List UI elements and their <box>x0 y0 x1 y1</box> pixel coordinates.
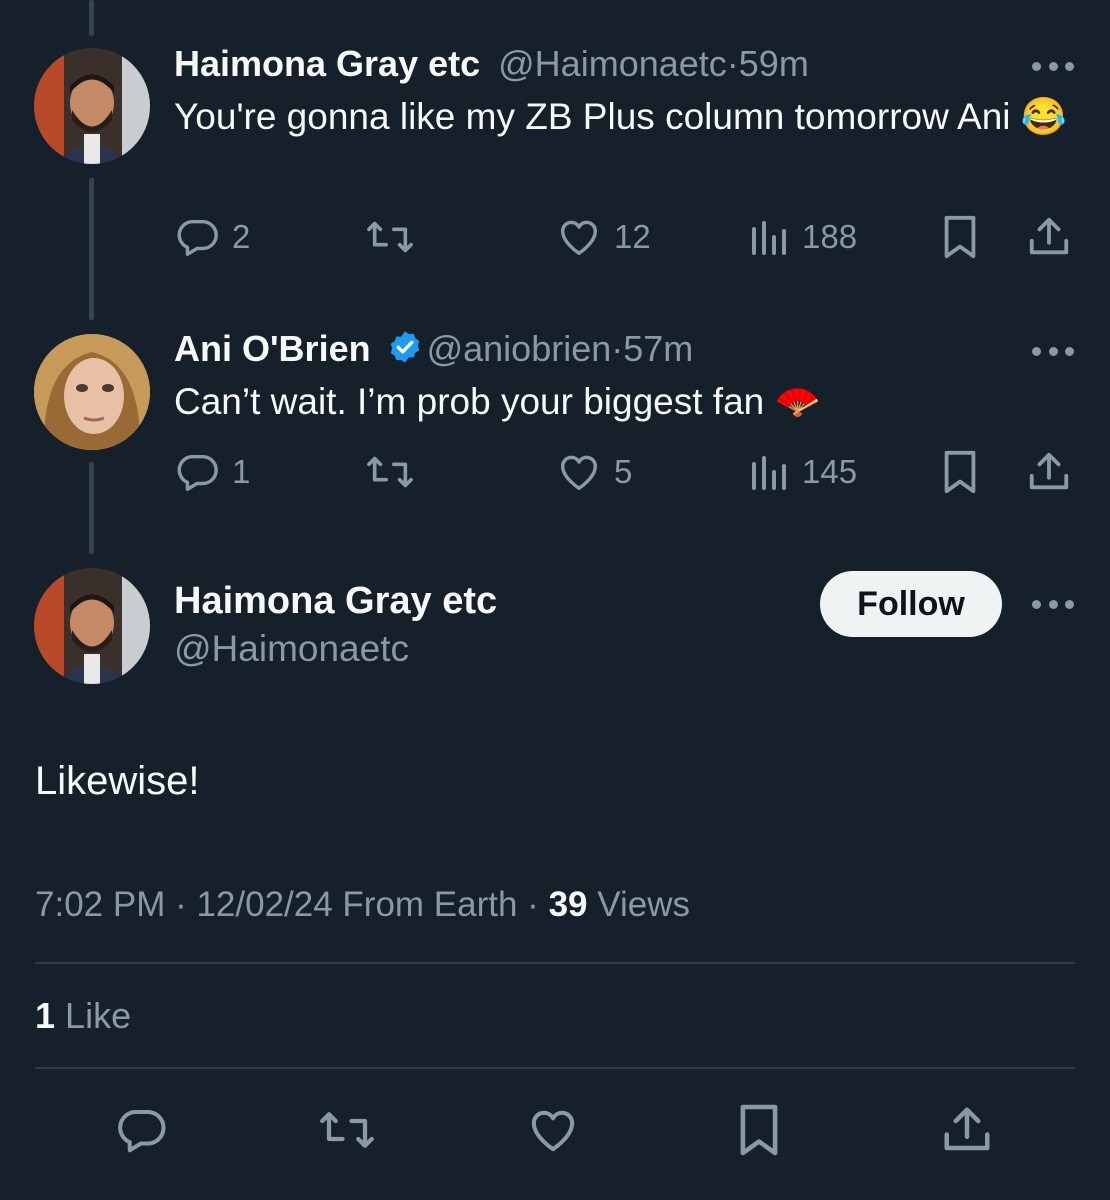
views-count: 188 <box>802 218 858 255</box>
author-name[interactable]: Ani O'Brien <box>174 328 371 369</box>
reply-icon <box>177 219 218 256</box>
retweet-icon <box>367 221 413 253</box>
share-icon <box>944 1107 990 1151</box>
author-name[interactable]: Haimona Gray etc <box>174 43 480 84</box>
like-icon <box>560 455 598 491</box>
thread-connector-1 <box>89 178 94 320</box>
like-icon <box>531 1110 575 1152</box>
reply-button[interactable]: 2 <box>174 207 250 267</box>
bookmark-icon <box>944 215 976 259</box>
likes-label: Like <box>65 995 132 1036</box>
reply-button[interactable] <box>114 1100 168 1160</box>
like-count: 12 <box>614 218 651 255</box>
thread-connector-2 <box>89 462 94 554</box>
author-handle[interactable]: @Haimonaetc <box>498 43 727 84</box>
bookmark-button[interactable] <box>736 1100 782 1160</box>
author-handle[interactable]: @Haimonaetc <box>174 628 409 670</box>
share-button[interactable] <box>940 1100 994 1160</box>
views-button[interactable]: 145 <box>750 442 857 502</box>
tweet-text: You're gonna like my ZB Plus column tomo… <box>174 96 1067 137</box>
like-count: 5 <box>614 453 633 490</box>
retweet-button[interactable] <box>364 442 416 502</box>
retweet-icon <box>367 456 413 488</box>
share-button[interactable] <box>1026 442 1072 502</box>
views-count: 145 <box>802 453 858 490</box>
tweet-text: Can’t wait. I’m prob your biggest fan 🪭 <box>174 381 821 422</box>
divider <box>35 962 1075 964</box>
like-icon <box>560 220 598 256</box>
bookmark-icon <box>740 1104 778 1156</box>
views-icon <box>752 456 786 490</box>
tweet-header: Haimona Gray etc @Haimonaetc·59m <box>174 42 809 86</box>
retweet-icon <box>320 1112 374 1148</box>
main-tweet-actions <box>0 1100 1110 1160</box>
divider <box>35 1067 1075 1069</box>
bookmark-icon <box>944 450 976 494</box>
reply-icon <box>118 1109 166 1153</box>
tweet-meta: 7:02 PM · 12/02/24 From Earth · 39 Views <box>35 885 690 925</box>
share-button[interactable] <box>1026 207 1072 267</box>
more-icon[interactable] <box>1032 56 1074 76</box>
author-name[interactable]: Haimona Gray etc <box>174 580 497 623</box>
likes-count: 1 <box>35 995 56 1036</box>
separator-dot: · <box>726 43 739 84</box>
tweet-actions: 1 5 145 <box>174 442 1074 502</box>
tweet-actions: 2 12 188 <box>174 207 1074 267</box>
bookmark-button[interactable] <box>940 207 980 267</box>
avatar[interactable] <box>34 334 150 450</box>
reply-icon <box>177 454 218 491</box>
reply-count: 2 <box>232 218 251 255</box>
timestamp[interactable]: 7:02 PM · 12/02/24 From Earth · <box>35 885 539 924</box>
like-button[interactable] <box>526 1100 580 1160</box>
views-button[interactable]: 188 <box>750 207 857 267</box>
tweet-time[interactable]: 57m <box>623 328 693 369</box>
more-icon[interactable] <box>1032 341 1074 361</box>
avatar[interactable] <box>34 568 150 684</box>
share-icon <box>1029 452 1069 490</box>
main-tweet-text: Likewise! <box>35 759 200 803</box>
share-icon <box>1029 217 1069 255</box>
thread-connector-top <box>89 0 94 36</box>
likes-summary[interactable]: 1 Like <box>35 995 131 1037</box>
tweet-time[interactable]: 59m <box>739 43 809 84</box>
avatar[interactable] <box>34 48 150 164</box>
like-button[interactable]: 12 <box>556 207 651 267</box>
tweet-header: Ani O'Brien @aniobrien·57m <box>174 327 693 371</box>
author-handle[interactable]: @aniobrien <box>427 328 612 369</box>
reply-count: 1 <box>232 453 251 490</box>
like-button[interactable]: 5 <box>556 442 632 502</box>
separator-dot: · <box>611 328 624 369</box>
views-icon <box>752 221 786 255</box>
views-label: Views <box>597 885 690 924</box>
follow-button[interactable]: Follow <box>820 571 1002 637</box>
verified-badge-icon <box>390 331 419 363</box>
retweet-button[interactable] <box>316 1100 378 1160</box>
views-count: 39 <box>548 885 588 924</box>
bookmark-button[interactable] <box>940 442 980 502</box>
more-icon[interactable] <box>1032 594 1074 614</box>
reply-button[interactable]: 1 <box>174 442 250 502</box>
retweet-button[interactable] <box>364 207 416 267</box>
